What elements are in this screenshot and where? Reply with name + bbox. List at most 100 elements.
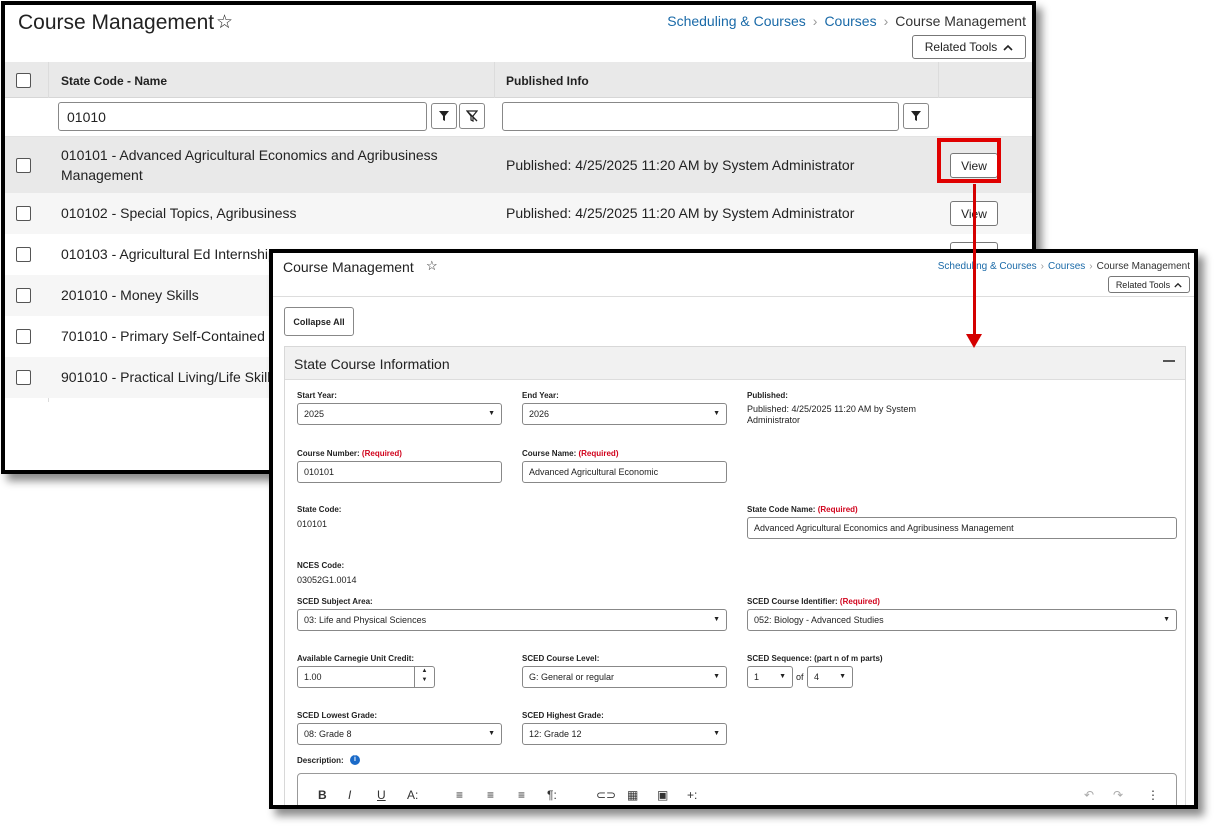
collapse-minus-icon[interactable] <box>1163 360 1175 362</box>
carnegie-credit-stepper[interactable]: 1.00 ▲ ▼ <box>297 666 435 688</box>
link-icon[interactable]: ⊂⊃ <box>596 788 616 802</box>
breadcrumb-courses-link[interactable]: Courses <box>1048 261 1085 272</box>
align-left-icon[interactable]: ≡ <box>456 788 463 802</box>
clear-filter-icon <box>466 110 478 122</box>
dropdown-arrow-icon: ▼ <box>713 616 720 623</box>
view-button-highlight <box>937 138 1001 183</box>
favorite-star-icon[interactable]: ☆ <box>216 11 233 34</box>
info-icon[interactable]: i <box>350 755 360 765</box>
table-row[interactable]: 010101 - Advanced Agricultural Economics… <box>5 137 1032 193</box>
carnegie-credit-label: Available Carnegie Unit Credit: <box>297 654 415 663</box>
course-name-cell[interactable]: 010101 - Advanced Agricultural Economics… <box>61 145 481 185</box>
state-code-name-input[interactable]: Advanced Agricultural Economics and Agri… <box>747 517 1177 539</box>
page-title: Course Management <box>283 259 414 275</box>
divider <box>273 296 1194 297</box>
column-header-published-info[interactable]: Published Info <box>494 74 938 88</box>
page-title: Course Management <box>18 11 215 34</box>
row-checkbox[interactable] <box>16 206 31 221</box>
state-code-label: State Code: <box>297 505 342 514</box>
breadcrumb: Scheduling & Courses › Courses › Course Mana… <box>667 13 1026 29</box>
section-title: State Course Information <box>294 356 450 372</box>
related-tools-label: Related Tools <box>1115 279 1171 290</box>
row-checkbox[interactable] <box>16 247 31 262</box>
end-year-select[interactable]: 2026 ▼ <box>522 403 727 425</box>
dropdown-arrow-icon: ▼ <box>839 673 846 680</box>
column-header-state-code-name[interactable]: State Code - Name <box>48 74 494 88</box>
callout-arrow-line <box>973 184 976 337</box>
redo-icon[interactable]: ↷ <box>1113 788 1123 802</box>
table-row[interactable]: 010102 - Special Topics, Agribusiness Pu… <box>5 193 1032 234</box>
sced-lowest-grade-label: SCED Lowest Grade: <box>297 711 378 720</box>
state-code-name-label: State Code Name: (Required) <box>747 505 858 514</box>
course-number-label: Course Number: (Required) <box>297 449 402 458</box>
filter-button[interactable] <box>431 103 457 129</box>
sced-course-level-label: SCED Course Level: <box>522 654 600 663</box>
image-icon[interactable]: ▣ <box>657 788 668 802</box>
dropdown-arrow-icon: ▼ <box>488 730 495 737</box>
course-name-cell[interactable]: 010103 - Agricultural Ed Internship <box>61 244 276 264</box>
course-name-cell[interactable]: 701010 - Primary Self-Contained <box>61 326 265 346</box>
sced-sequence-label: SCED Sequence: (part n of m parts) <box>747 654 883 663</box>
undo-icon[interactable]: ↶ <box>1084 788 1094 802</box>
sced-course-level-value: G: General or regular <box>529 672 615 682</box>
sced-sequence-total-select[interactable]: 4 ▼ <box>807 666 853 688</box>
row-checkbox[interactable] <box>16 288 31 303</box>
sced-lowest-grade-value: 08: Grade 8 <box>304 729 352 739</box>
related-tools-button[interactable]: Related Tools <box>1108 276 1190 293</box>
course-number-input[interactable]: 010101 <box>297 461 502 483</box>
state-code-filter-input[interactable]: 01010 <box>58 102 427 131</box>
related-tools-button[interactable]: Related Tools <box>912 35 1026 59</box>
select-all-checkbox[interactable] <box>16 73 31 88</box>
favorite-star-icon[interactable]: ☆ <box>426 258 438 274</box>
insert-more-icon[interactable]: +: <box>687 788 697 802</box>
row-checkbox[interactable] <box>16 158 31 173</box>
course-name-cell[interactable]: 901010 - Practical Living/Life Skills <box>61 367 277 387</box>
description-label: Description: <box>297 756 344 765</box>
published-info-cell: Published: 4/25/2025 11:20 AM by System … <box>506 157 855 173</box>
sced-course-level-select[interactable]: G: General or regular ▼ <box>522 666 727 688</box>
panel-header[interactable]: State Course Information <box>285 347 1185 380</box>
bold-icon[interactable]: B <box>318 788 327 802</box>
course-name-label: Course Name: (Required) <box>522 449 619 458</box>
course-name-input[interactable]: Advanced Agricultural Economic <box>522 461 727 483</box>
stepper-arrows-icon[interactable]: ▲ ▼ <box>414 667 434 687</box>
sced-subject-area-select[interactable]: 03: Life and Physical Sciences ▼ <box>297 609 727 631</box>
dropdown-arrow-icon: ▼ <box>1163 616 1170 623</box>
collapse-all-button[interactable]: Collapse All <box>284 307 354 336</box>
callout-arrow-head-icon <box>966 334 982 348</box>
dropdown-arrow-icon: ▼ <box>713 673 720 680</box>
clear-filter-button[interactable] <box>459 103 485 129</box>
underline-icon[interactable]: U <box>377 788 386 802</box>
dropdown-arrow-icon: ▼ <box>779 673 786 680</box>
sced-lowest-grade-select[interactable]: 08: Grade 8 ▼ <box>297 723 502 745</box>
published-info-filter-input[interactable] <box>502 102 899 131</box>
chevron-right-icon: › <box>1089 261 1093 272</box>
start-year-value: 2025 <box>304 409 325 419</box>
course-name-cell[interactable]: 201010 - Money Skills <box>61 285 199 305</box>
align-right-icon[interactable]: ≡ <box>518 788 525 802</box>
dropdown-arrow-icon: ▼ <box>488 410 495 417</box>
dropdown-arrow-icon: ▼ <box>713 410 720 417</box>
sced-highest-grade-select[interactable]: 12: Grade 12 ▼ <box>522 723 727 745</box>
start-year-select[interactable]: 2025 ▼ <box>297 403 502 425</box>
font-size-icon[interactable]: A: <box>407 788 418 802</box>
table-icon[interactable]: ▦ <box>627 788 638 802</box>
breadcrumb-courses-link[interactable]: Courses <box>824 13 876 29</box>
sced-sequence-part-select[interactable]: 1 ▼ <box>747 666 793 688</box>
more-options-icon[interactable]: ⋮ <box>1147 788 1159 802</box>
breadcrumb-scheduling-link[interactable]: Scheduling & Courses <box>938 261 1037 272</box>
paragraph-format-icon[interactable]: ¶: <box>547 788 557 802</box>
breadcrumb-scheduling-link[interactable]: Scheduling & Courses <box>667 13 806 29</box>
published-value: Published: 4/25/2025 11:20 AM by System … <box>747 404 916 425</box>
course-name-cell[interactable]: 010102 - Special Topics, Agribusiness <box>61 203 297 223</box>
italic-icon[interactable]: I <box>348 788 351 802</box>
row-checkbox[interactable] <box>16 329 31 344</box>
description-editor[interactable]: B I U A: ≡ ≡ ≡ ¶: ⊂⊃ ▦ ▣ +: ↶ ↷ ⋮ <box>297 773 1177 805</box>
carnegie-credit-value: 1.00 <box>304 672 322 682</box>
row-checkbox[interactable] <box>16 370 31 385</box>
published-filter-button[interactable] <box>903 103 929 129</box>
sced-course-identifier-label: SCED Course Identifier: (Required) <box>747 597 880 606</box>
align-center-icon[interactable]: ≡ <box>487 788 494 802</box>
filter-icon <box>911 111 921 121</box>
sced-course-identifier-select[interactable]: 052: Biology - Advanced Studies ▼ <box>747 609 1177 631</box>
